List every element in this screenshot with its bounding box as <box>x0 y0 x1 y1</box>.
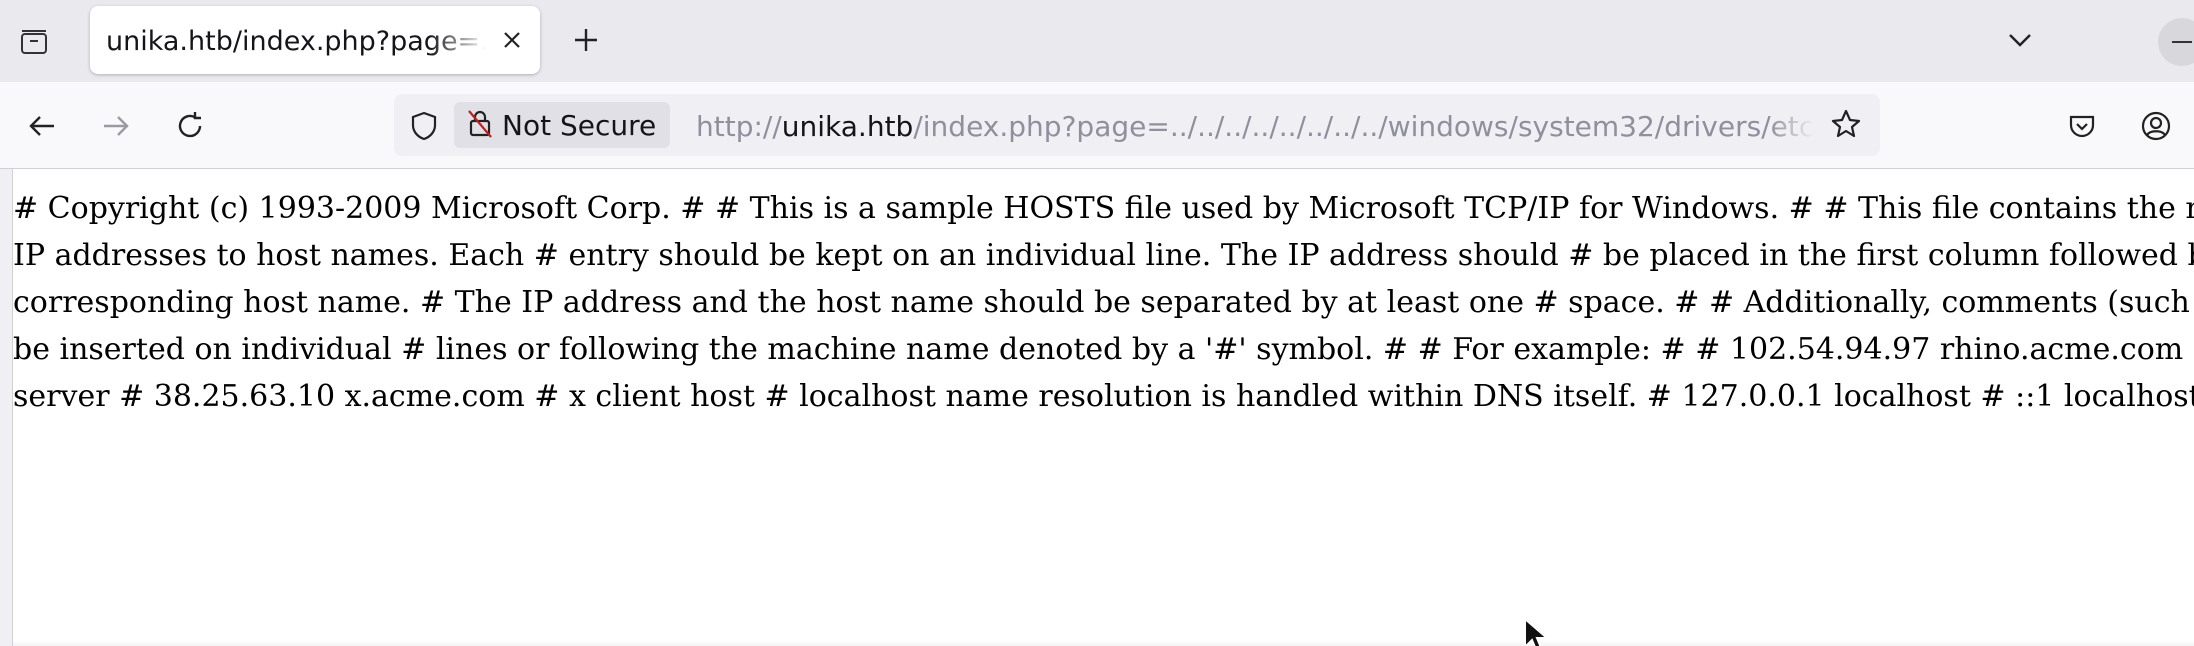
page-content: # Copyright (c) 1993-2009 Microsoft Corp… <box>12 169 2194 646</box>
url-text[interactable]: http://unika.htb/index.php?page=../../..… <box>696 110 1814 143</box>
minimize-icon[interactable] <box>2158 18 2194 66</box>
hosts-file-text: # Copyright (c) 1993-2009 Microsoft Corp… <box>13 191 2194 414</box>
navigation-toolbar: Not Secure http://unika.htb/index.php?pa… <box>0 82 2194 169</box>
star-icon[interactable] <box>1826 104 1866 144</box>
not-secure-label: Not Secure <box>502 108 657 142</box>
site-security-button[interactable]: Not Secure <box>454 102 671 148</box>
forward-arrow-icon[interactable] <box>94 104 138 148</box>
close-icon[interactable] <box>498 26 526 54</box>
plus-icon[interactable] <box>566 20 606 60</box>
address-bar[interactable]: Not Secure http://unika.htb/index.php?pa… <box>394 94 1880 156</box>
content-bottom-edge <box>13 640 2194 646</box>
tab-title: unika.htb/index.php?page=../../../../../… <box>106 26 486 57</box>
mouse-cursor-icon <box>1523 616 1553 646</box>
tab-strip: unika.htb/index.php?page=../../../../../… <box>0 0 2194 82</box>
back-arrow-icon[interactable] <box>20 104 64 148</box>
url-path: /index.php?page=../../../../../../../../… <box>913 110 1814 143</box>
pocket-icon[interactable] <box>2060 104 2104 148</box>
lock-slash-icon <box>466 107 494 143</box>
account-icon[interactable] <box>2134 104 2178 148</box>
tabs-list-icon[interactable] <box>14 22 54 62</box>
url-scheme: http:// <box>696 110 782 143</box>
reload-icon[interactable] <box>168 104 212 148</box>
shield-icon[interactable] <box>404 106 444 146</box>
url-host: unika.htb <box>781 110 914 143</box>
chevron-down-icon[interactable] <box>1998 20 2042 60</box>
tab-active[interactable]: unika.htb/index.php?page=../../../../../… <box>90 6 540 74</box>
